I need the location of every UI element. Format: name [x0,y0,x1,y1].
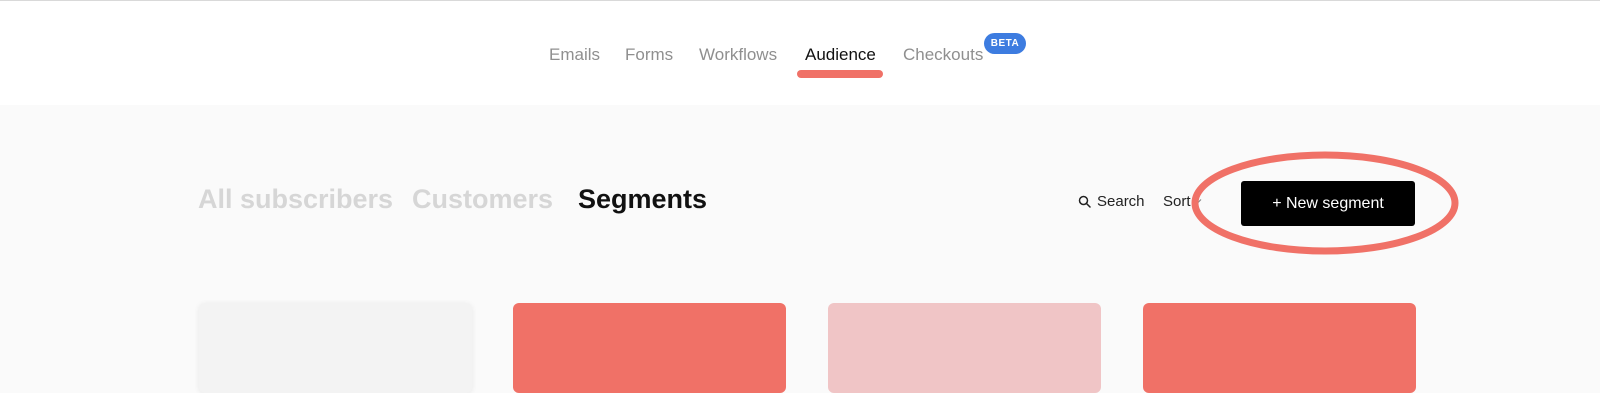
segment-card[interactable] [828,303,1101,393]
segment-card[interactable] [199,303,472,393]
tab-customers[interactable]: Customers [412,184,553,215]
search-label: Search [1097,193,1145,210]
sort-label: Sort [1163,193,1191,210]
beta-badge: BETA [984,33,1026,54]
tab-segments[interactable]: Segments [578,184,707,215]
nav-item-audience[interactable]: Audience [805,45,876,65]
sort-dropdown[interactable]: Sort [1163,193,1202,210]
new-segment-button[interactable]: + New segment [1241,181,1415,226]
nav-item-forms[interactable]: Forms [625,45,673,65]
top-navigation-bar: Emails Forms Workflows Audience Checkout… [0,1,1600,105]
segment-card[interactable] [513,303,786,393]
tab-all-subscribers[interactable]: All subscribers [198,184,393,215]
nav-item-checkouts[interactable]: Checkouts [903,45,983,65]
nav-item-emails[interactable]: Emails [549,45,600,65]
search-icon [1078,195,1091,208]
chevron-down-icon [1193,199,1201,204]
nav-item-workflows[interactable]: Workflows [699,45,777,65]
segment-card[interactable] [1143,303,1416,393]
active-nav-underline [797,70,883,78]
search-button[interactable]: Search [1078,193,1145,210]
